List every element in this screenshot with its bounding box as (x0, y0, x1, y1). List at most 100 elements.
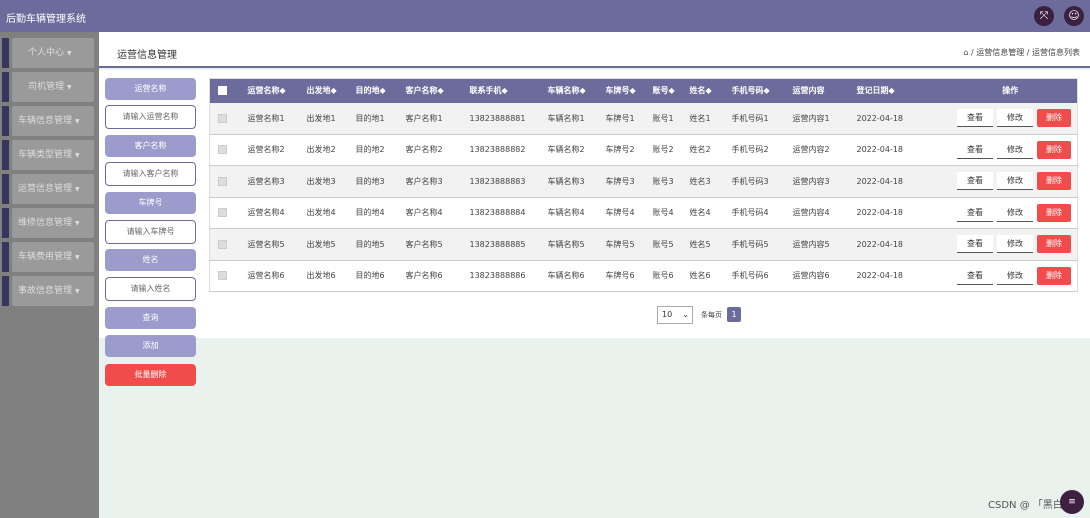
table-cell: 车牌号5 (599, 228, 647, 261)
fullscreen-icon[interactable]: ⤧ (1034, 6, 1054, 26)
customer-name-input[interactable]: 请输入客户名称 (105, 162, 196, 186)
chevron-down-icon: ▼ (75, 152, 80, 159)
column-header[interactable]: 联系手机◆ (463, 78, 542, 103)
column-header[interactable]: 手机号码◆ (725, 78, 787, 103)
view-button[interactable]: 查看 (957, 235, 993, 254)
floating-action-button[interactable]: ≡ (1060, 490, 1084, 514)
sidebar-item-vehicle-type[interactable]: 车辆类型管理 ▼ (0, 140, 94, 170)
table-cell: 运营内容1 (786, 102, 851, 135)
sidebar-item-operation-info[interactable]: 运营信息管理 ▼ (0, 174, 94, 204)
top-bar: 后勤车辆管理系统 ⤧ ☺ (0, 0, 1090, 32)
delete-button[interactable]: 删除 (1037, 109, 1071, 127)
table-cell: 车牌号3 (599, 165, 647, 198)
table-cell: 账号5 (646, 228, 684, 261)
edit-button[interactable]: 修改 (997, 235, 1033, 254)
column-header[interactable]: 车辆名称◆ (541, 78, 600, 103)
view-button[interactable]: 查看 (957, 172, 993, 191)
column-header: 运营内容 (786, 78, 851, 103)
table-cell: 车牌号2 (599, 134, 647, 166)
sidebar-item-vehicle-cost[interactable]: 车辆费用管理 ▼ (0, 242, 94, 272)
per-page-label: 条每页 (701, 311, 722, 319)
plate-number-input[interactable]: 请输入车牌号 (105, 220, 196, 244)
edit-button[interactable]: 修改 (997, 140, 1033, 159)
row-checkbox[interactable] (218, 239, 227, 249)
person-name-input[interactable]: 请输入姓名 (105, 277, 196, 301)
sidebar-item-accident-info[interactable]: 事故信息管理 ▼ (0, 276, 94, 306)
table-cell: 13823888885 (463, 228, 542, 261)
table-cell: 目的地1 (349, 102, 400, 135)
column-header[interactable]: 出发地◆ (300, 78, 350, 103)
delete-button[interactable]: 删除 (1037, 266, 1071, 285)
page-title: 运营信息管理 (117, 50, 177, 61)
table-cell: 车辆名称1 (541, 102, 600, 135)
edit-button[interactable]: 修改 (997, 109, 1033, 127)
batch-delete-button[interactable]: 批量删除 (105, 364, 196, 386)
column-header[interactable]: 姓名◆ (683, 78, 726, 103)
row-checkbox[interactable] (218, 176, 227, 186)
table-cell: 2022-04-18 (850, 165, 938, 198)
sidebar-item-label: 事故信息管理 (18, 286, 73, 296)
table-cell: 车辆名称5 (541, 228, 600, 261)
table-cell: 姓名1 (683, 102, 726, 135)
table-cell: 13823888883 (463, 165, 542, 198)
sidebar-item-vehicle-info[interactable]: 车辆信息管理 ▼ (0, 106, 94, 136)
edit-button[interactable]: 修改 (997, 172, 1033, 191)
view-button[interactable]: 查看 (957, 109, 993, 127)
sidebar-item-label: 车辆类型管理 (18, 150, 73, 160)
edit-button[interactable]: 修改 (997, 203, 1033, 222)
table-cell: 2022-04-18 (850, 260, 938, 292)
delete-button[interactable]: 删除 (1037, 235, 1071, 254)
sidebar-item-driver[interactable]: 司机管理 ▼ (0, 72, 94, 102)
customer-name-label: 客户名称 (105, 135, 196, 157)
user-icon[interactable]: ☺ (1064, 6, 1084, 26)
table-cell: 2022-04-18 (850, 197, 938, 229)
chevron-down-icon: ⌄ (682, 310, 689, 319)
column-header[interactable]: 账号◆ (646, 78, 684, 103)
column-header[interactable]: 登记日期◆ (850, 78, 938, 103)
query-button[interactable]: 查询 (105, 307, 196, 329)
row-checkbox[interactable] (218, 208, 227, 218)
table-cell: 客户名称6 (399, 260, 464, 292)
table-header-row: 运营名称◆ 出发地◆ 目的地◆ 客户名称◆ 联系手机◆ 车辆名称◆ 车牌号◆ 账… (209, 78, 1078, 103)
chevron-down-icon: ▼ (75, 118, 80, 125)
sidebar-item-repair-info[interactable]: 维修信息管理 ▼ (0, 208, 94, 238)
table-cell: 车辆名称6 (541, 260, 600, 292)
table-cell: 13823888884 (463, 197, 542, 229)
table-row: 运营名称5 出发地5 目的地5 客户名称5 13823888885 车辆名称5 … (209, 228, 1078, 261)
column-header[interactable]: 客户名称◆ (399, 78, 464, 103)
view-button[interactable]: 查看 (957, 266, 993, 285)
breadcrumb-text[interactable]: / 运营信息管理 / 运营信息列表 (971, 48, 1080, 57)
table-cell: 运营内容5 (786, 228, 851, 261)
column-header[interactable]: 目的地◆ (349, 78, 400, 103)
table-cell: 目的地5 (349, 228, 400, 261)
home-icon[interactable]: ⌂ (963, 48, 968, 57)
delete-button[interactable]: 删除 (1037, 140, 1071, 159)
column-header[interactable]: 运营名称◆ (241, 78, 301, 103)
table-cell: 姓名6 (683, 260, 726, 292)
table-cell: 客户名称3 (399, 165, 464, 198)
table-cell: 手机号码5 (725, 228, 787, 261)
table-cell: 运营内容3 (786, 165, 851, 198)
table-cell: 出发地1 (300, 102, 350, 135)
operation-name-input[interactable]: 请输入运营名称 (105, 105, 196, 129)
page-number-button[interactable]: 1 (727, 307, 741, 322)
page-size-select[interactable]: 10 ⌄ (657, 306, 693, 324)
sidebar-item-label: 运营信息管理 (18, 184, 73, 194)
add-button[interactable]: 添加 (105, 335, 196, 357)
table-row: 运营名称2 出发地2 目的地2 客户名称2 13823888882 车辆名称2 … (209, 134, 1078, 166)
row-checkbox[interactable] (218, 271, 227, 281)
view-button[interactable]: 查看 (957, 203, 993, 222)
chevron-down-icon: ▼ (75, 288, 80, 295)
table-cell: 姓名2 (683, 134, 726, 166)
select-all-checkbox[interactable] (209, 78, 242, 103)
view-button[interactable]: 查看 (957, 140, 993, 159)
delete-button[interactable]: 删除 (1037, 203, 1071, 222)
table-cell: 运营名称4 (241, 197, 301, 229)
row-checkbox[interactable] (218, 145, 227, 155)
sidebar: 个人中心 ▼ 司机管理 ▼ 车辆信息管理 ▼ 车辆类型管理 ▼ 运营信息管理 ▼ 维修信息… (0, 32, 99, 518)
edit-button[interactable]: 修改 (997, 266, 1033, 285)
sidebar-item-personal-center[interactable]: 个人中心 ▼ (0, 38, 94, 68)
column-header[interactable]: 车牌号◆ (599, 78, 647, 103)
row-checkbox[interactable] (218, 113, 227, 123)
delete-button[interactable]: 删除 (1037, 172, 1071, 191)
